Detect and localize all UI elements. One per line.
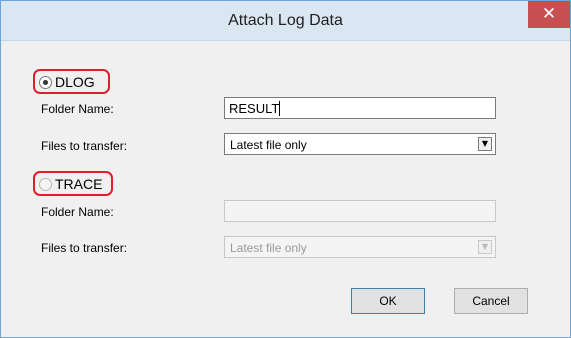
close-button[interactable]: ✕ (528, 1, 570, 28)
dropdown-arrow-icon[interactable]: ▼ (478, 240, 492, 254)
trace-files-to-transfer-select[interactable]: Latest file only ▼ (224, 236, 496, 258)
dlog-folder-name-value: RESULT (229, 101, 280, 116)
dlog-folder-name-label: Folder Name: (41, 102, 114, 116)
dlog-radio-button[interactable] (39, 75, 52, 89)
dlog-files-to-transfer-value: Latest file only (230, 138, 307, 152)
dlog-radio-label: DLOG (55, 74, 95, 90)
trace-radio-label: TRACE (55, 176, 103, 192)
dlog-files-to-transfer-select[interactable]: Latest file only ▼ (224, 133, 496, 155)
dropdown-arrow-icon[interactable]: ▼ (478, 137, 492, 151)
dialog-title: Attach Log Data (228, 12, 343, 29)
attach-log-data-dialog: Attach Log Data ✕ DLOG Folder Name: RESU… (0, 0, 571, 338)
trace-files-to-transfer-label: Files to transfer: (41, 241, 128, 255)
close-icon: ✕ (541, 4, 557, 24)
cancel-button[interactable]: Cancel (454, 288, 528, 314)
trace-folder-name-label: Folder Name: (41, 205, 114, 219)
dlog-files-to-transfer-label: Files to transfer: (41, 139, 128, 153)
dlog-radio-option[interactable]: DLOG (39, 74, 95, 90)
dialog-body: DLOG Folder Name: RESULT Files to transf… (9, 42, 562, 331)
trace-files-to-transfer-value: Latest file only (230, 241, 307, 255)
dlog-folder-name-input[interactable]: RESULT (224, 97, 496, 119)
trace-radio-option[interactable]: TRACE (39, 176, 102, 192)
text-caret (279, 101, 281, 116)
title-bar[interactable]: Attach Log Data ✕ (1, 1, 570, 41)
trace-folder-name-input[interactable] (224, 200, 496, 222)
ok-button[interactable]: OK (351, 288, 425, 314)
trace-radio-button[interactable] (39, 177, 52, 191)
